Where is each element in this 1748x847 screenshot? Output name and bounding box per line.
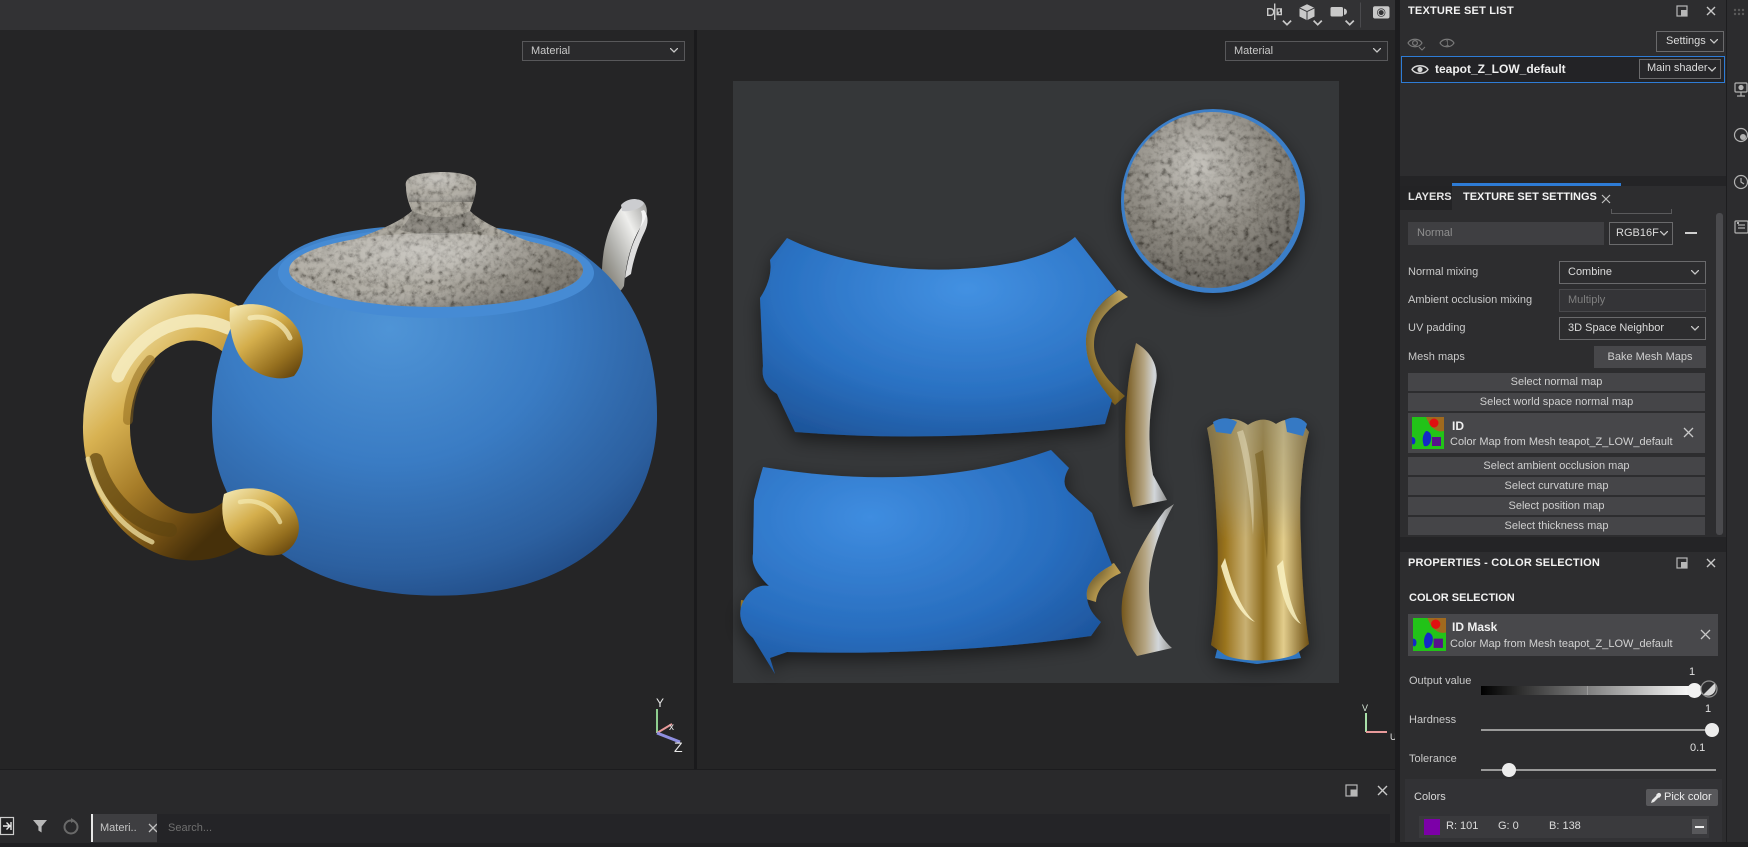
svg-text:V: V bbox=[1362, 703, 1368, 713]
svg-text:Y: Y bbox=[656, 696, 664, 710]
svg-text:Z: Z bbox=[674, 739, 683, 755]
svg-text:1: 1 bbox=[1445, 39, 1450, 48]
svg-text:x: x bbox=[669, 722, 674, 733]
